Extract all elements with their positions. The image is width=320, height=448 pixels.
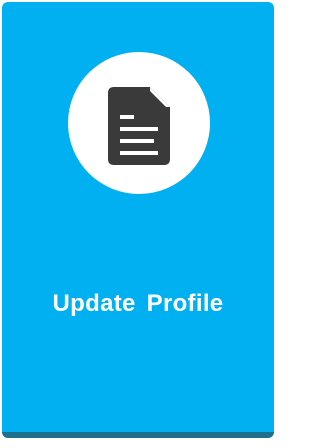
document-icon bbox=[108, 87, 170, 165]
update-profile-card[interactable]: Update Profile bbox=[2, 2, 274, 438]
card-label: Update Profile bbox=[52, 290, 224, 317]
icon-circle bbox=[68, 52, 210, 194]
